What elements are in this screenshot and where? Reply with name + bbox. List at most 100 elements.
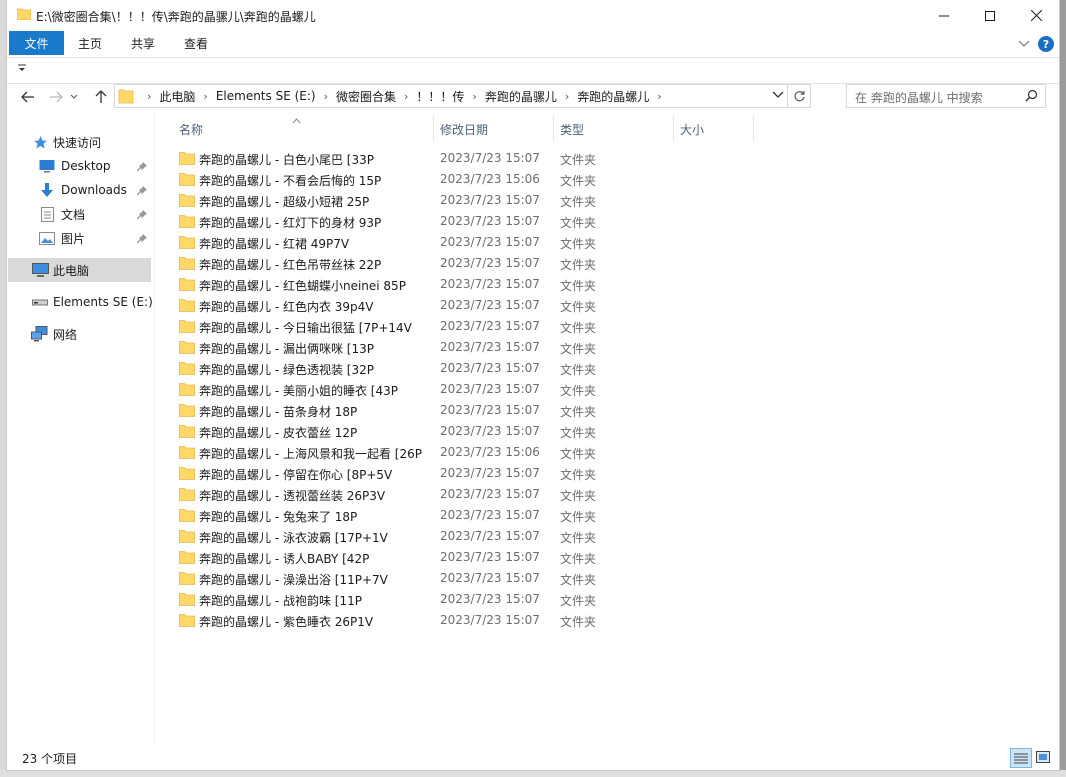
sidebar-item-label: 文档 [61, 207, 86, 222]
table-row[interactable]: 奔跑的晶螺儿 - 停留在你心 [8P+5V 2023/7/23 15:07 文件夹 [169, 463, 596, 484]
tab-file[interactable]: 文件 [9, 31, 64, 55]
breadcrumb-item[interactable]: Elements SE (E:) [216, 89, 316, 103]
table-row[interactable]: 奔跑的晶螺儿 - 透视蕾丝装 26P3V 2023/7/23 15:07 文件夹 [169, 484, 597, 505]
breadcrumb-item[interactable]: 微密圈合集 [336, 88, 396, 105]
sidebar-item-pictures[interactable]: 图片 [7, 226, 154, 250]
chevron-right-icon[interactable]: › [324, 90, 328, 103]
minimize-button[interactable] [921, 0, 967, 31]
file-name: 奔跑的晶螺儿 - 泳衣波霸 [17P+1V [199, 531, 388, 545]
address-history-chevron-down-icon[interactable] [772, 89, 784, 103]
table-row[interactable]: 奔跑的晶螺儿 - 澡澡出浴 [11P+7V 2023/7/23 15:07 文件夹 [169, 568, 596, 589]
folder-icon [179, 529, 195, 546]
back-arrow-icon [21, 91, 34, 103]
search-input[interactable]: 在 奔跑的晶螺儿 中搜索 [846, 84, 1046, 108]
table-row[interactable]: 奔跑的晶螺儿 - 绿色透视装 [32P 2023/7/23 15:07 文件夹 [169, 358, 596, 379]
ribbon-expand-chevron-icon[interactable] [1018, 37, 1030, 51]
table-row[interactable]: 奔跑的晶螺儿 - 红色蝴蝶小neinei 85P 2023/7/23 15:07 文… [169, 274, 596, 295]
pin-icon[interactable] [137, 185, 147, 199]
file-type: 文件夹 [560, 489, 597, 503]
table-row[interactable]: 奔跑的晶螺儿 - 紫色睡衣 26P1V 2023/7/23 15:07 文件夹 [169, 610, 596, 631]
table-row[interactable]: 奔跑的晶螺儿 - 红裙 49P7V 2023/7/23 15:07 文件夹 [169, 232, 596, 253]
table-row[interactable]: 奔跑的晶螺儿 - 战袍韵味 [11P 2023/7/23 15:07 文件夹 [169, 589, 596, 610]
column-divider[interactable] [753, 116, 754, 141]
help-icon[interactable]: ? [1038, 36, 1054, 52]
column-header-type[interactable]: 类型 [560, 121, 584, 138]
search-icon [1025, 89, 1038, 105]
recent-locations-button[interactable] [68, 88, 80, 106]
back-button[interactable] [18, 88, 38, 106]
chevron-right-icon[interactable]: › [657, 90, 661, 103]
table-row[interactable]: 奔跑的晶螺儿 - 红色吊带丝袜 22P 2023/7/23 15:07 文件夹 [169, 253, 596, 274]
tab-share[interactable]: 共享 [131, 31, 155, 55]
table-row[interactable]: 奔跑的晶螺儿 - 兔兔来了 18P 2023/7/23 15:07 文件夹 [169, 505, 597, 526]
table-row[interactable]: 奔跑的晶螺儿 - 苗条身材 18P 2023/7/23 15:07 文件夹 [169, 400, 596, 421]
breadcrumb: › 此电脑 › Elements SE (E:) › 微密圈合集 › ！！！传 … [139, 85, 670, 107]
file-date: 2023/7/23 15:07 [440, 277, 540, 291]
table-row[interactable]: 奔跑的晶螺儿 - 红灯下的身材 93P 2023/7/23 15:07 文件夹 [169, 211, 596, 232]
table-row[interactable]: 奔跑的晶螺儿 - 诱人BABY [42P 2023/7/23 15:07 文件夹 [169, 547, 596, 568]
up-button[interactable] [91, 88, 111, 106]
column-header-date[interactable]: 修改日期 [440, 121, 488, 138]
chevron-right-icon[interactable]: › [404, 90, 408, 103]
network-icon [30, 325, 48, 343]
sidebar-item-desktop[interactable]: Desktop [7, 154, 154, 178]
table-row[interactable]: 奔跑的晶螺儿 - 美丽小姐的睡衣 [43P 2023/7/23 15:07 文件夹 [169, 379, 596, 400]
chevron-right-icon[interactable]: › [565, 90, 569, 103]
chevron-down-icon [70, 94, 78, 99]
sidebar-item-downloads[interactable]: Downloads [7, 178, 154, 202]
table-row[interactable]: 奔跑的晶螺儿 - 不看会后悔的 15P 2023/7/23 15:06 文件夹 [169, 169, 596, 190]
column-header-name[interactable]: 名称 [179, 121, 203, 138]
title-bar[interactable]: E:\微密圈合集\！！！传\奔跑的晶骡儿\奔跑的晶螺儿 [7, 0, 1059, 31]
file-type: 文件夹 [560, 153, 597, 167]
tab-home[interactable]: 主页 [78, 31, 102, 55]
table-row[interactable]: 奔跑的晶螺儿 - 皮衣蕾丝 12P 2023/7/23 15:07 文件夹 [169, 421, 596, 442]
folder-icon [179, 361, 195, 378]
breadcrumb-item[interactable]: 奔跑的晶螺儿 [577, 88, 649, 105]
table-row[interactable]: 奔跑的晶螺儿 - 泳衣波霸 [17P+1V 2023/7/23 15:07 文件夹 [169, 526, 597, 547]
customize-toolbar-dropdown-icon[interactable] [18, 64, 27, 76]
column-header-size[interactable]: 大小 [680, 121, 704, 138]
chevron-right-icon[interactable]: › [203, 90, 207, 103]
address-bar[interactable]: › 此电脑 › Elements SE (E:) › 微密圈合集 › ！！！传 … [114, 84, 811, 108]
sidebar-item-quick-access[interactable]: 快速访问 [7, 130, 154, 154]
breadcrumb-item[interactable]: ！！！传 [416, 88, 464, 105]
table-row[interactable]: 奔跑的晶螺儿 - 红色内衣 39p4V 2023/7/23 15:07 文件夹 [169, 295, 596, 316]
refresh-button[interactable] [787, 85, 810, 107]
column-divider[interactable] [553, 116, 554, 141]
breadcrumb-item[interactable]: 奔跑的晶骡儿 [485, 88, 557, 105]
breadcrumb-item[interactable]: 此电脑 [159, 88, 195, 105]
table-row[interactable]: 奔跑的晶螺儿 - 上海风景和我一起看 [26P 2023/7/23 15:06 文件… [169, 442, 597, 463]
maximize-button[interactable] [967, 0, 1013, 31]
large-icons-view-button[interactable] [1034, 749, 1052, 765]
close-button[interactable] [1013, 0, 1059, 31]
table-row[interactable]: 奔跑的晶螺儿 - 白色小尾巴 [33P 2023/7/23 15:07 文件夹 [169, 148, 597, 169]
navigation-bar: › 此电脑 › Elements SE (E:) › 微密圈合集 › ！！！传 … [7, 83, 1059, 111]
details-view-button[interactable] [1010, 748, 1032, 768]
column-divider[interactable] [673, 116, 674, 141]
folder-icon [118, 88, 134, 107]
chevron-right-icon: › [147, 89, 152, 103]
sidebar-item-this-pc[interactable]: 此电脑 [8, 258, 151, 282]
sidebar-item-label: 图片 [61, 231, 86, 246]
table-row[interactable]: 奔跑的晶螺儿 - 今日输出很猛 [7P+14V 2023/7/23 15:07 文件… [169, 316, 596, 337]
background-window-left [0, 0, 7, 777]
table-row[interactable]: 奔跑的晶螺儿 - 漏出俩咪咪 [13P 2023/7/23 15:07 文件夹 [169, 337, 596, 358]
forward-button[interactable] [46, 88, 66, 106]
sidebar-item-drive-e[interactable]: Elements SE (E:) [7, 290, 154, 314]
file-type: 文件夹 [560, 510, 597, 524]
pin-icon[interactable] [137, 161, 147, 175]
tab-view[interactable]: 查看 [184, 31, 208, 55]
table-row[interactable]: 奔跑的晶螺儿 - 超级小短裙 25P 2023/7/23 15:07 文件夹 [169, 190, 596, 211]
file-date: 2023/7/23 15:07 [440, 529, 540, 543]
large-icons-view-icon [1036, 751, 1050, 763]
sidebar-item-network[interactable]: 网络 [7, 322, 154, 346]
column-divider[interactable] [433, 116, 434, 141]
pin-icon[interactable] [137, 209, 147, 223]
chevron-right-icon[interactable]: › [472, 90, 476, 103]
file-type: 文件夹 [560, 447, 597, 461]
file-type: 文件夹 [560, 531, 597, 545]
picture-icon [38, 229, 56, 247]
sidebar-item-documents[interactable]: 文档 [7, 202, 154, 226]
pin-icon[interactable] [137, 233, 147, 247]
folder-icon [179, 550, 195, 567]
